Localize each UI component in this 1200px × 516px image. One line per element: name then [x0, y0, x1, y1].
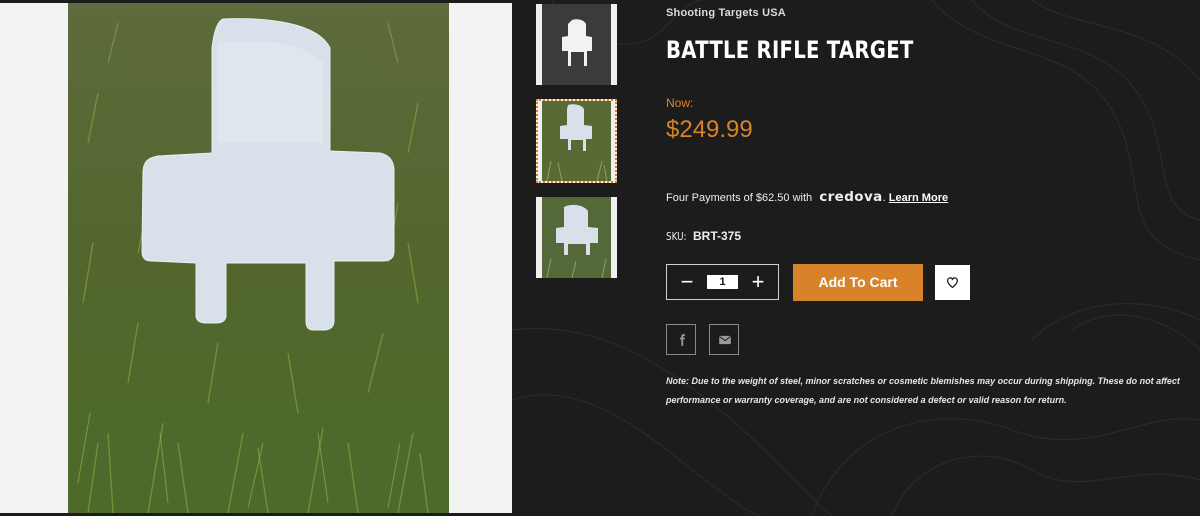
decrement-button[interactable]: − [669, 265, 705, 299]
heart-icon [947, 277, 958, 289]
shipping-note: Note: Due to the weight of steel, minor … [666, 376, 1180, 405]
thumbnail-2-image [542, 101, 611, 181]
learn-more-link[interactable]: Learn More [889, 192, 948, 204]
wishlist-button[interactable] [935, 265, 970, 300]
thumbnail-2[interactable] [536, 99, 617, 183]
thumbnail-3-image [542, 197, 611, 278]
payments-text: Four Payments of $62.50 with [666, 192, 813, 204]
installment-payments: Four Payments of $62.50 with credova. Le… [666, 189, 948, 205]
email-icon [719, 335, 731, 345]
brand-link[interactable]: Shooting Targets USA [666, 7, 786, 19]
thumbnail-1[interactable] [536, 4, 617, 85]
product-title: BATTLE RIFLE TARGET [666, 36, 914, 64]
sku-label: SKU: [666, 230, 687, 243]
product-price: $249.99 [666, 116, 753, 143]
quantity-stepper: − + [666, 264, 779, 300]
price-label: Now: [666, 96, 694, 110]
product-photo [68, 3, 449, 513]
thumbnail-3[interactable] [536, 197, 617, 278]
credova-logo: credova [819, 189, 883, 205]
share-facebook-button[interactable] [666, 324, 696, 355]
payments-dot: . [882, 192, 886, 204]
increment-button[interactable]: + [740, 265, 776, 299]
main-product-image[interactable] [0, 3, 512, 513]
sku-row: SKU: BRT-375 [666, 229, 741, 243]
add-to-cart-button[interactable]: Add To Cart [793, 264, 923, 301]
facebook-icon [679, 334, 685, 346]
quantity-input[interactable] [707, 275, 738, 289]
sku-value: BRT-375 [693, 229, 742, 243]
thumbnail-1-image [542, 4, 611, 85]
share-email-button[interactable] [709, 324, 739, 355]
